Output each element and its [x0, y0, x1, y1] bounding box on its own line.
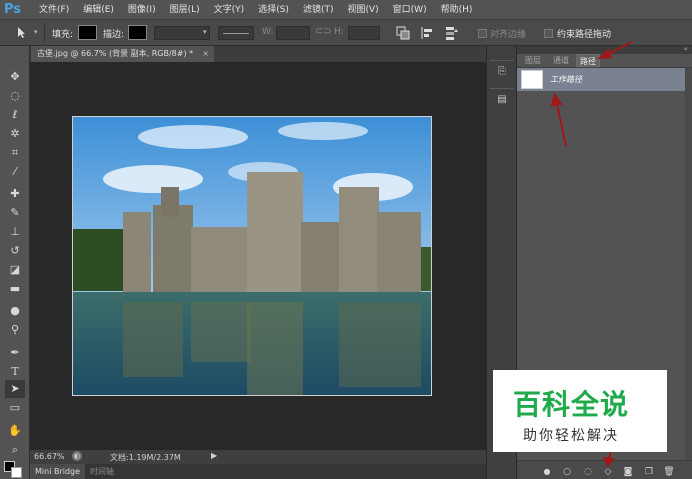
watermark: 百科全说 助你轻松解决: [493, 370, 667, 452]
watermark-subtitle: 助你轻松解决: [523, 428, 619, 444]
watermark-title: 百科全说: [513, 388, 630, 421]
